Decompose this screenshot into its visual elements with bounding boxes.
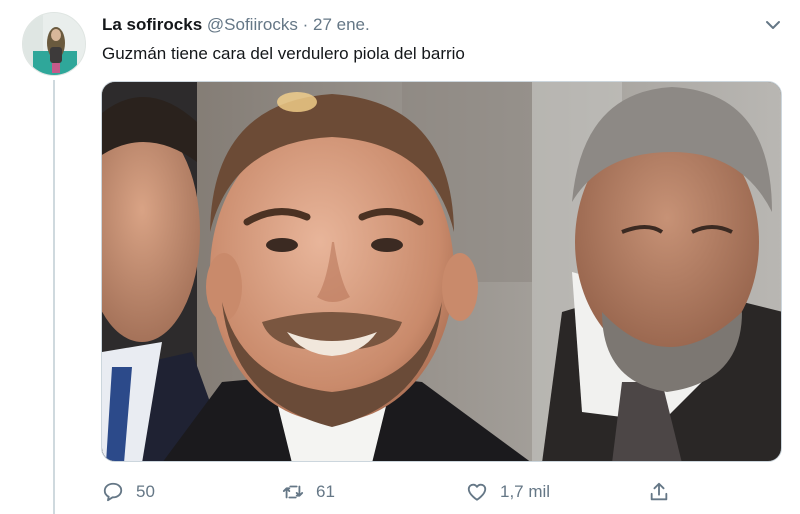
- chevron-down-icon: [766, 21, 780, 29]
- like-button[interactable]: 1,7 mil: [466, 478, 550, 506]
- retweet-button[interactable]: 61: [282, 478, 335, 506]
- tweet-header: La sofirocks @Sofiirocks · 27 ene.: [102, 13, 370, 37]
- photo-image: [102, 82, 781, 461]
- display-name[interactable]: La sofirocks: [102, 15, 202, 34]
- user-handle[interactable]: @Sofiirocks: [207, 15, 298, 34]
- reply-button[interactable]: 50: [102, 478, 155, 506]
- retweet-icon: [282, 485, 304, 499]
- header-separator: ·: [302, 15, 309, 34]
- share-button[interactable]: [648, 478, 682, 506]
- retweet-count: 61: [316, 482, 335, 501]
- share-icon: [650, 482, 668, 501]
- tweet-actions: 50 61 1,7 mil: [100, 478, 680, 506]
- tweet-date[interactable]: 27 ene.: [313, 15, 370, 34]
- heart-icon: [467, 483, 487, 501]
- tweet-text: Guzmán tiene cara del verdulero piola de…: [102, 44, 465, 63]
- thread-connector-line: [53, 80, 55, 514]
- tweet-menu-button[interactable]: [764, 16, 782, 34]
- avatar[interactable]: [22, 12, 86, 76]
- like-count: 1,7 mil: [500, 482, 551, 501]
- avatar-image: [23, 13, 85, 75]
- tweet-media-photo[interactable]: [101, 81, 782, 462]
- reply-icon: [103, 482, 123, 502]
- reply-count: 50: [136, 482, 155, 501]
